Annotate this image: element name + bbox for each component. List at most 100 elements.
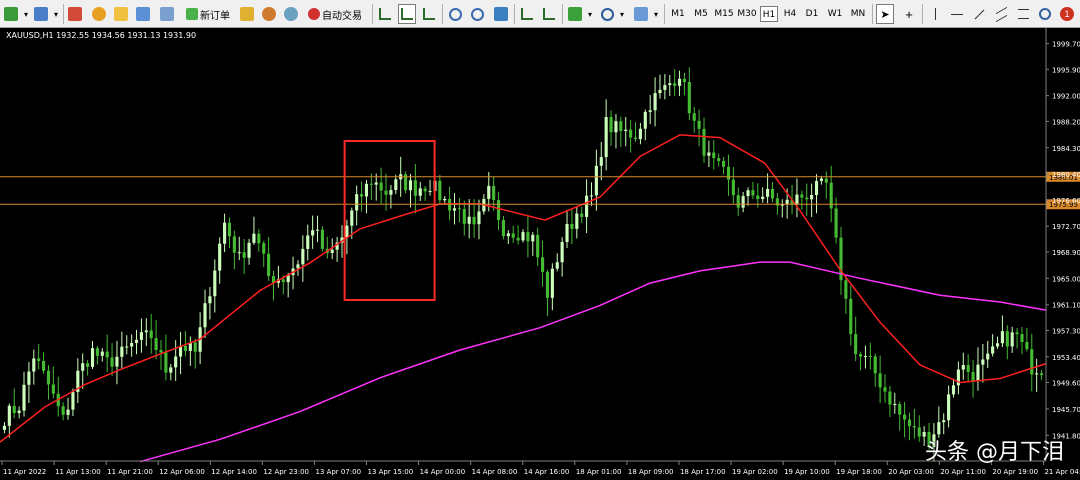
candle-body bbox=[746, 190, 750, 197]
templates-dropdown[interactable]: ▾ bbox=[652, 4, 660, 24]
history-button[interactable] bbox=[282, 4, 300, 24]
candle-body bbox=[619, 121, 623, 132]
candle-body bbox=[208, 296, 212, 304]
timeframe-w1[interactable]: W1 bbox=[826, 6, 844, 22]
options-button[interactable] bbox=[260, 4, 278, 24]
candle-body bbox=[37, 358, 41, 361]
chart-background bbox=[0, 28, 1080, 480]
new-chart-dropdown[interactable]: ▾ bbox=[22, 4, 30, 24]
candle-body bbox=[976, 364, 980, 382]
candle-body bbox=[350, 210, 354, 226]
line-chart-button[interactable] bbox=[420, 4, 438, 24]
profiles-dropdown[interactable]: ▾ bbox=[52, 4, 60, 24]
candle-body bbox=[947, 394, 951, 421]
candle-body bbox=[604, 117, 608, 158]
candle-body bbox=[12, 405, 16, 414]
candle-body bbox=[418, 188, 422, 196]
time-tick-label: 13 Apr 07:00 bbox=[315, 468, 361, 476]
candle-body bbox=[428, 191, 432, 193]
zoom-in-button[interactable] bbox=[446, 4, 464, 24]
candle-body bbox=[61, 406, 65, 415]
candle-body bbox=[971, 372, 975, 382]
candle-body bbox=[599, 157, 603, 166]
candle-body bbox=[22, 384, 26, 411]
data-window-button[interactable] bbox=[112, 4, 130, 24]
candle-body bbox=[1015, 332, 1019, 335]
candle-body bbox=[86, 363, 90, 367]
candle-body bbox=[95, 348, 99, 356]
profiles-icon bbox=[34, 7, 48, 21]
auto-trading-button[interactable]: 自动交易 bbox=[304, 4, 366, 24]
timeframe-m1[interactable]: M1 bbox=[668, 6, 688, 22]
zoom-out-button[interactable] bbox=[468, 4, 486, 24]
candle-body bbox=[751, 190, 755, 196]
bar-chart-button[interactable] bbox=[376, 4, 394, 24]
strategy-tester-button[interactable] bbox=[158, 4, 176, 24]
timeframe-h4[interactable]: H4 bbox=[781, 6, 799, 22]
auto-scroll-button[interactable] bbox=[540, 4, 558, 24]
candle-body bbox=[1039, 373, 1044, 376]
search-icon bbox=[1039, 8, 1051, 20]
equidistant-channel-icon bbox=[995, 6, 1007, 22]
templates-button[interactable] bbox=[632, 4, 650, 24]
cursor-button[interactable]: ➤ bbox=[876, 4, 894, 24]
candle-body bbox=[658, 89, 662, 94]
candle-body bbox=[585, 195, 589, 217]
main-toolbar: ▾ ▾ 新订单 自动交易 ▾ ▾ ▾ M1 M5 M15 M30 H1 H4 D… bbox=[0, 0, 1080, 28]
candle-body bbox=[149, 330, 153, 339]
trendline-button[interactable] bbox=[970, 4, 988, 24]
candle-body bbox=[51, 384, 55, 394]
terminal-button[interactable] bbox=[134, 4, 152, 24]
candlestick-button[interactable] bbox=[398, 4, 416, 24]
tile-windows-button[interactable] bbox=[492, 4, 510, 24]
options-icon bbox=[262, 7, 276, 21]
indicators-button[interactable] bbox=[566, 4, 584, 24]
candle-body bbox=[408, 180, 413, 191]
crosshair-button[interactable]: + bbox=[900, 4, 918, 24]
candle-body bbox=[682, 78, 687, 82]
new-chart-button[interactable] bbox=[2, 4, 20, 24]
candle-body bbox=[296, 264, 300, 269]
candle-body bbox=[942, 420, 946, 423]
timeframe-d1[interactable]: D1 bbox=[803, 6, 821, 22]
periods-icon bbox=[600, 7, 614, 21]
profiles-button[interactable] bbox=[32, 4, 50, 24]
notification-button[interactable]: 1 bbox=[1058, 4, 1076, 24]
time-tick-label: 11 Apr 21:00 bbox=[107, 468, 153, 476]
market-watch-button[interactable] bbox=[66, 4, 84, 24]
periods-dropdown[interactable]: ▾ bbox=[618, 4, 626, 24]
chart-shift-button[interactable] bbox=[518, 4, 536, 24]
cursor-icon: ➤ bbox=[880, 8, 890, 21]
candle-body bbox=[42, 360, 46, 371]
candle-body bbox=[736, 195, 740, 208]
vertical-line-button[interactable] bbox=[926, 4, 944, 24]
timeframe-m30[interactable]: M30 bbox=[736, 6, 758, 22]
timeframe-mn[interactable]: MN bbox=[848, 6, 868, 22]
fibonacci-button[interactable] bbox=[1014, 4, 1032, 24]
timeframe-h1[interactable]: H1 bbox=[760, 6, 778, 22]
new-order-button[interactable]: 新订单 bbox=[182, 4, 234, 24]
timeframe-m15[interactable]: M15 bbox=[713, 6, 735, 22]
timeframe-m5[interactable]: M5 bbox=[691, 6, 711, 22]
search-button[interactable] bbox=[1036, 4, 1054, 24]
periods-button[interactable] bbox=[598, 4, 616, 24]
candle-body bbox=[629, 129, 633, 138]
candle-body bbox=[467, 216, 471, 224]
candle-body bbox=[134, 339, 139, 344]
separator bbox=[872, 4, 873, 24]
candle-body bbox=[1005, 331, 1009, 347]
navigator-button[interactable] bbox=[90, 4, 108, 24]
candle-body bbox=[565, 224, 569, 242]
candle-body bbox=[223, 222, 227, 244]
price-chart[interactable]: 1980.011975.9513 Apr 11:00 1999.701995.9… bbox=[0, 28, 1080, 480]
metaeditor-button[interactable] bbox=[238, 4, 256, 24]
candle-body bbox=[951, 385, 956, 395]
candle-body bbox=[575, 213, 579, 229]
horizontal-line-button[interactable] bbox=[948, 4, 966, 24]
indicators-dropdown[interactable]: ▾ bbox=[586, 4, 594, 24]
candle-body bbox=[907, 419, 912, 427]
candle-body bbox=[648, 110, 652, 112]
equidistant-channel-button[interactable] bbox=[992, 4, 1010, 24]
candle-body bbox=[115, 356, 119, 367]
time-tick-label: 20 Apr 19:00 bbox=[992, 468, 1038, 476]
